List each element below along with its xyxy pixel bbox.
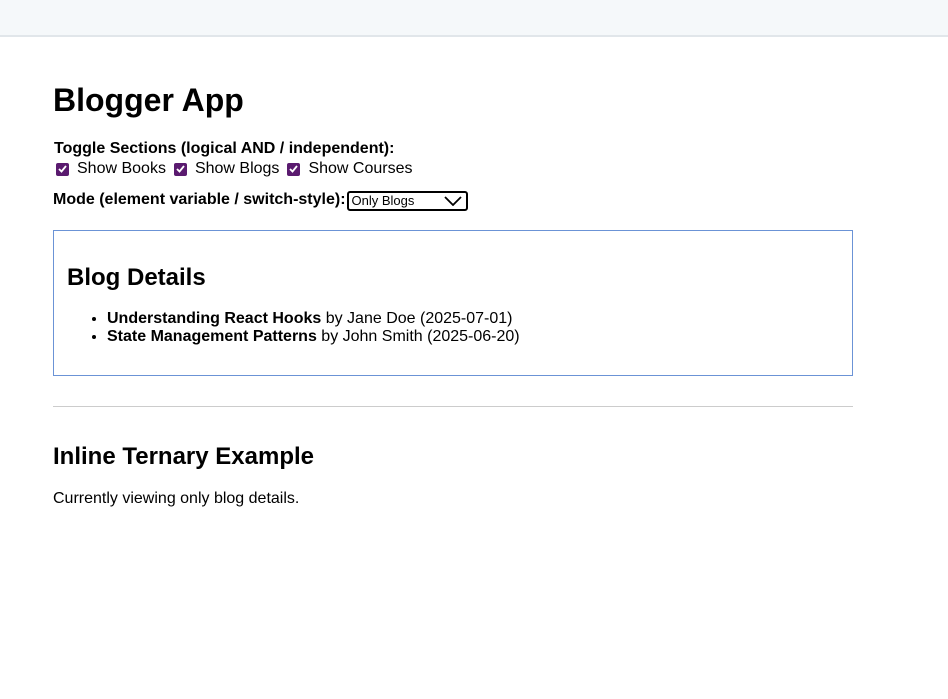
- checkmark-icon: [289, 165, 299, 173]
- chevron-down-icon: [443, 196, 462, 206]
- mode-row: Mode (element variable / switch-style): …: [53, 190, 468, 211]
- show-books-label: Show Books: [77, 160, 166, 177]
- mode-select-value: Only Blogs: [351, 193, 415, 208]
- checkmark-icon: [176, 165, 185, 173]
- checkmark-icon: [58, 165, 67, 173]
- list-item: Understanding React Hooks by Jane Doe (2…: [107, 310, 520, 328]
- blog-byline: by Jane Doe (2025-07-01): [321, 310, 513, 327]
- browser-top-bar: [0, 0, 948, 37]
- mode-label: Mode (element variable / switch-style):: [53, 191, 346, 208]
- toggle-checkbox-group: Show Books Show Blogs Show Courses: [56, 159, 420, 179]
- page-title: Blogger App: [53, 82, 244, 118]
- blog-list: Understanding React Hooks by Jane Doe (2…: [107, 310, 520, 346]
- mode-select[interactable]: Only Blogs: [346, 191, 468, 211]
- blog-details-heading: Blog Details: [67, 264, 206, 291]
- show-courses-checkbox[interactable]: [287, 162, 301, 176]
- show-blogs-toggle[interactable]: Show Blogs: [173, 159, 280, 179]
- blog-details-panel: Blog Details Understanding React Hooks b…: [53, 230, 853, 376]
- toggle-sections-label: Toggle Sections (logical AND / independe…: [54, 140, 395, 157]
- ternary-heading: Inline Ternary Example: [53, 443, 314, 470]
- blog-byline: by John Smith (2025-06-20): [316, 328, 520, 345]
- list-item: State Management Patterns by John Smith …: [107, 328, 520, 346]
- show-courses-toggle[interactable]: Show Courses: [287, 159, 412, 179]
- show-blogs-checkbox[interactable]: [173, 162, 187, 176]
- show-courses-label: Show Courses: [308, 160, 413, 177]
- divider: [53, 406, 853, 407]
- blog-title: State Management Patterns: [107, 328, 317, 345]
- show-blogs-label: Show Blogs: [194, 160, 280, 177]
- ternary-text: Currently viewing only blog details.: [53, 490, 300, 507]
- show-books-toggle[interactable]: Show Books: [56, 159, 166, 179]
- show-books-checkbox[interactable]: [56, 162, 69, 176]
- blog-title: Understanding React Hooks: [107, 310, 322, 327]
